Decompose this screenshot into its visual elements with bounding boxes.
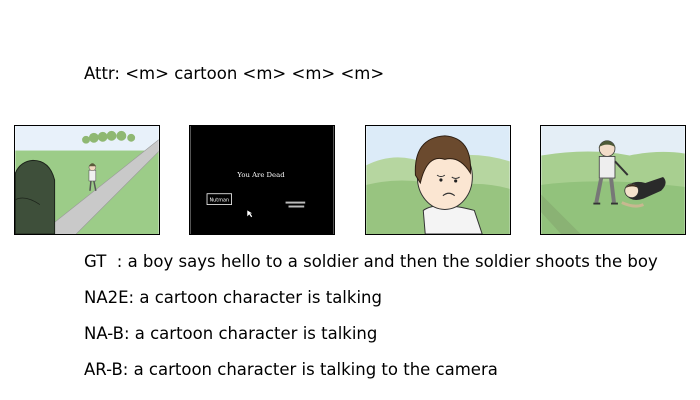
frame-1-illustration [15, 126, 159, 234]
video-frame-2: You Are Dead Nutman [189, 125, 335, 235]
attr-line: Attr: <m> cartoon <m> <m> <m> [84, 64, 385, 83]
frame-2-illustration: You Are Dead Nutman [190, 126, 334, 234]
caption-gt: GT : a boy says hello to a soldier and t… [84, 252, 658, 271]
video-frame-1 [14, 125, 160, 235]
frame-3-illustration [366, 126, 510, 234]
frame-4-illustration [541, 126, 685, 234]
video-frame-3 [365, 125, 511, 235]
death-screen-title: You Are Dead [236, 171, 285, 179]
caption-na2e: NA2E: a cartoon character is talking [84, 288, 382, 307]
caption-ar-b: AR-B: a cartoon character is talking to … [84, 360, 498, 379]
video-frame-4 [540, 125, 686, 235]
caption-na-b: NA-B: a cartoon character is talking [84, 324, 378, 343]
menu-button-label: Nutman [210, 198, 230, 204]
